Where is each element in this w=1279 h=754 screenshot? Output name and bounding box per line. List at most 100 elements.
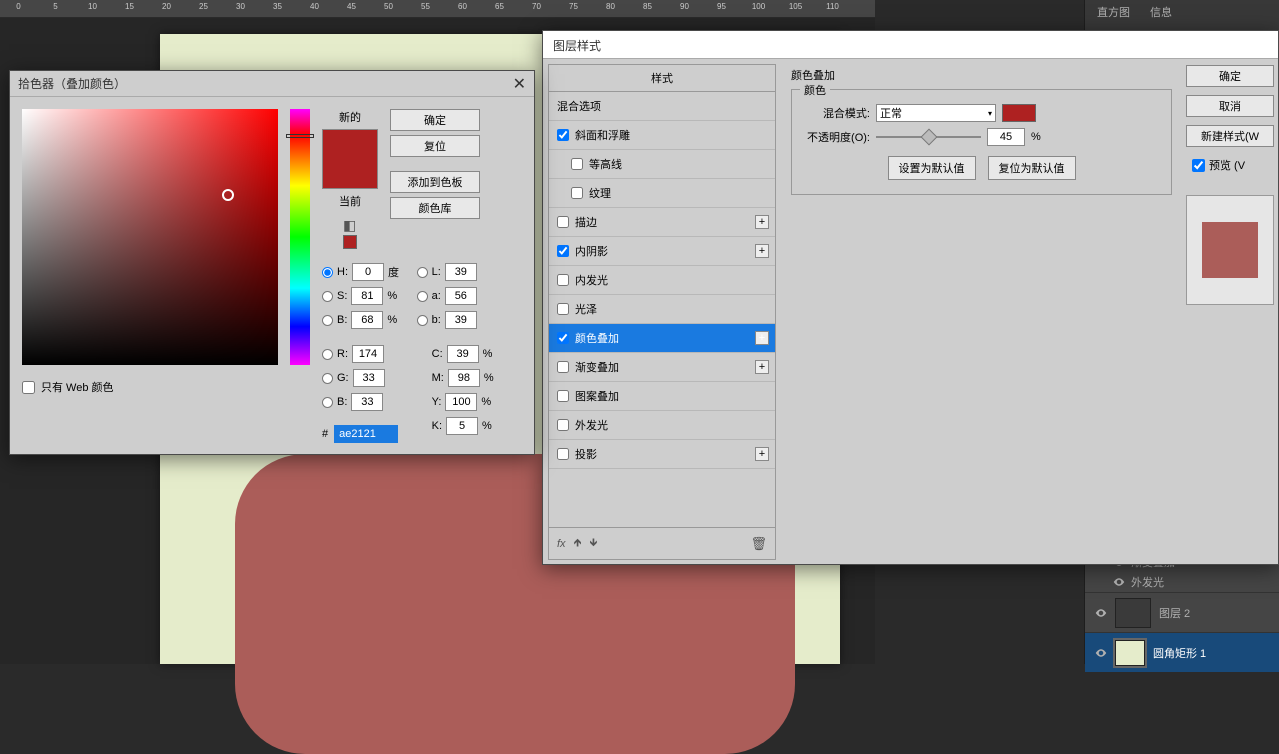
checkbox-texture[interactable] [571,187,583,199]
ok-button[interactable]: 确定 [390,109,480,131]
style-inner-shadow[interactable]: 内阴影+ [549,237,775,266]
checkbox-stroke[interactable] [557,216,569,228]
cancel-button[interactable]: 取消 [1186,95,1274,117]
checkbox-inner-glow[interactable] [557,274,569,286]
radio-l[interactable] [417,267,428,278]
layer-effect-outerglow[interactable]: 外发光 [1085,572,1279,592]
style-bevel[interactable]: 斜面和浮雕 [549,121,775,150]
style-drop-shadow[interactable]: 投影+ [549,440,775,469]
blend-mode-label: 混合模式: [800,105,870,121]
radio-g[interactable] [322,373,333,384]
checkbox-pattern-overlay[interactable] [557,390,569,402]
opacity-slider[interactable] [876,130,981,144]
plus-icon[interactable]: + [755,360,769,374]
panel-tabs: 直方图 信息 [1085,0,1279,24]
opacity-input[interactable] [987,128,1025,146]
mini-swatch[interactable] [343,235,357,249]
tab-histogram[interactable]: 直方图 [1093,0,1134,24]
checkbox-inner-shadow[interactable] [557,245,569,257]
eye-icon [1113,576,1125,588]
styles-footer: fx 🡹 🡻 🗑 [549,527,775,559]
plus-icon[interactable]: + [755,215,769,229]
radio-b[interactable] [322,315,333,326]
preview-checkbox[interactable] [1192,159,1205,172]
bb-input[interactable] [351,393,383,411]
settings-title: 颜色叠加 [791,67,1172,83]
checkbox-bevel[interactable] [557,129,569,141]
b-input[interactable] [351,311,383,329]
checkbox-drop-shadow[interactable] [557,448,569,460]
hue-slider[interactable] [290,109,310,365]
style-inner-glow[interactable]: 内发光 [549,266,775,295]
current-color[interactable] [323,159,377,188]
checkbox-color-overlay[interactable] [557,332,569,344]
style-blend-options[interactable]: 混合选项 [549,92,775,121]
y-input[interactable] [445,393,477,411]
new-color [323,130,377,159]
style-contour[interactable]: 等高线 [549,150,775,179]
layer-row-layer2[interactable]: 图层 2 [1085,592,1279,632]
new-label: 新的 [339,109,361,125]
tab-info[interactable]: 信息 [1146,0,1176,24]
s-input[interactable] [351,287,383,305]
dialog-title: 拾色器（叠加颜色） [18,75,126,92]
style-gradient-overlay[interactable]: 渐变叠加+ [549,353,775,382]
eye-icon [1095,607,1107,619]
ok-button[interactable]: 确定 [1186,65,1274,87]
current-label: 当前 [339,193,361,209]
color-fieldset: 颜色 混合模式: 正常▾ 不透明度(O): % [791,89,1172,195]
h-input[interactable] [352,263,384,281]
checkbox-satin[interactable] [557,303,569,315]
hex-input[interactable] [334,425,398,443]
plus-icon[interactable]: + [755,244,769,258]
arrow-up-icon[interactable]: 🡹 [574,534,582,553]
r-input[interactable] [352,345,384,363]
web-only-checkbox[interactable] [22,381,35,394]
radio-h[interactable] [322,267,333,278]
radio-bb[interactable] [322,397,333,408]
horizontal-ruler: 0510152025303540455055606570758085909510… [0,0,875,18]
m-input[interactable] [448,369,480,387]
radio-s[interactable] [322,291,333,302]
hex-label: # [322,428,328,440]
color-cursor-icon [222,189,234,201]
style-stroke[interactable]: 描边+ [549,208,775,237]
blend-mode-select[interactable]: 正常▾ [876,104,996,122]
add-swatch-button[interactable]: 添加到色板 [390,171,480,193]
layer-row-shape[interactable]: 圆角矩形 1 [1085,632,1279,672]
style-color-overlay[interactable]: 颜色叠加+ [549,324,775,353]
radio-r[interactable] [322,349,333,360]
radio-lb[interactable] [417,315,428,326]
reset-button[interactable]: 复位 [390,135,480,157]
lb-input[interactable] [445,311,477,329]
trash-icon[interactable]: 🗑 [750,536,767,552]
style-satin[interactable]: 光泽 [549,295,775,324]
l-input[interactable] [445,263,477,281]
checkbox-contour[interactable] [571,158,583,170]
c-input[interactable] [447,345,479,363]
a-input[interactable] [445,287,477,305]
checkbox-gradient-overlay[interactable] [557,361,569,373]
color-swatch[interactable] [1002,104,1036,122]
g-input[interactable] [353,369,385,387]
close-icon[interactable]: ✕ [513,74,526,94]
cube-icon[interactable]: ◧ [343,217,357,231]
arrow-down-icon[interactable]: 🡻 [589,534,597,553]
color-field[interactable] [22,109,278,365]
style-texture[interactable]: 纹理 [549,179,775,208]
plus-icon[interactable]: + [755,447,769,461]
preview-swatch [1202,222,1258,278]
libraries-button[interactable]: 颜色库 [390,197,480,219]
plus-icon[interactable]: + [755,331,769,345]
set-default-button[interactable]: 设置为默认值 [888,156,976,180]
radio-a[interactable] [417,291,428,302]
k-input[interactable] [446,417,478,435]
layer-thumbnail [1115,598,1151,628]
new-style-button[interactable]: 新建样式(W [1186,125,1274,147]
checkbox-outer-glow[interactable] [557,419,569,431]
fx-label[interactable]: fx [557,538,566,550]
style-outer-glow[interactable]: 外发光 [549,411,775,440]
color-picker-dialog: 拾色器（叠加颜色） ✕ 只有 Web 颜色 新的 [9,70,535,455]
reset-default-button[interactable]: 复位为默认值 [988,156,1076,180]
style-pattern-overlay[interactable]: 图案叠加 [549,382,775,411]
